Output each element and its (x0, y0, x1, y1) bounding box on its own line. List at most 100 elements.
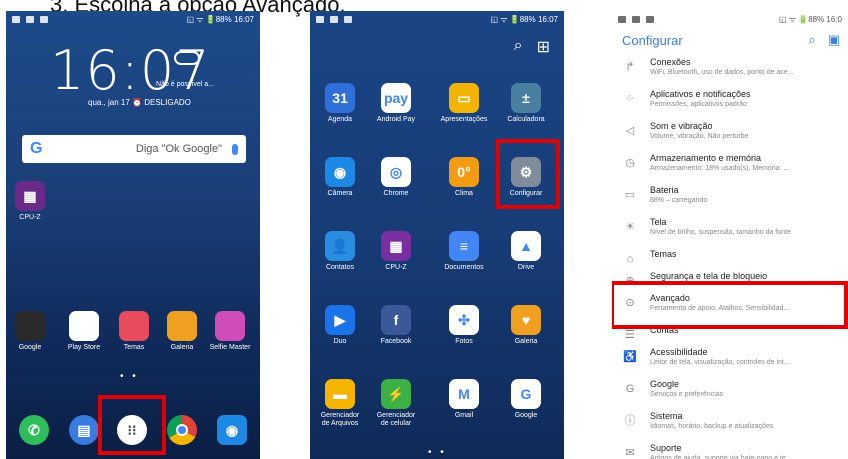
app-apresentações[interactable]: ▭ Apresentações (440, 83, 488, 124)
settings-item-armazenamento-e-memória[interactable]: ◷ Armazenamento e memória Armazenamento: 1… (612, 149, 848, 181)
settings-item-aplicativos-e-notificações[interactable]: ⁘ Aplicativos e notificações Permissões, a… (612, 85, 848, 117)
google-search-bar[interactable]: G Diga "Ok Google" (22, 135, 246, 163)
dock-phone[interactable]: ✆ (10, 415, 58, 445)
sistema-icon: ⓘ (624, 415, 636, 427)
gerenciador-de-celular-icon: ⚡ (381, 379, 411, 409)
app-label: Gerenciador de Arquivos (320, 412, 360, 427)
google-logo-icon: G (30, 140, 43, 157)
app-drive[interactable]: ▲ Drive (502, 231, 550, 272)
app-label: Agenda (327, 116, 353, 123)
app-label: Android Pay (376, 116, 416, 123)
facebook-icon: f (381, 305, 411, 335)
calculadora-icon: ± (511, 83, 541, 113)
app-câmera[interactable]: ◉ Câmera (316, 157, 364, 198)
app-label: Contatos (325, 264, 355, 271)
app-label: Documentos (444, 264, 484, 271)
app-temas[interactable]: Temas (110, 311, 158, 352)
settings-item-subtitle: 88% – carregando (650, 197, 708, 204)
app-fotos[interactable]: ✣ Fotos (440, 305, 488, 346)
app-label: Apresentações (440, 116, 488, 123)
google-icon: G (625, 383, 635, 395)
app-gmail[interactable]: M Gmail (440, 379, 488, 420)
android-pay-icon: pay (381, 83, 411, 113)
settings-item-name: Som e vibração (650, 121, 713, 131)
app-agenda[interactable]: 31 Agenda (316, 83, 364, 124)
app-cpu-z[interactable]: ▦ CPU-Z (372, 231, 420, 272)
google-icon: G (511, 379, 541, 409)
galeria-icon: ♥ (511, 305, 541, 335)
play-store-icon (69, 311, 99, 341)
grid-menu-icon[interactable]: ⊞ (537, 37, 550, 57)
app-cpu-z[interactable]: ▦ CPU-Z (6, 181, 54, 222)
settings-item-tela[interactable]: ☀ Tela Nível de brilho, suspensão, tamanho… (612, 213, 848, 245)
status-bar: ◱ ᯤ 🔋88% 16:07 (6, 11, 260, 27)
selfie-master-icon (215, 311, 245, 341)
settings-item-subtitle: WiFi, Bluetooth, uso de dados, ponto de … (650, 69, 794, 76)
settings-item-subtitle: Permissões, aplicativos padrão (650, 101, 747, 108)
app-label: Chrome (383, 190, 409, 197)
app-duo[interactable]: ▶ Duo (316, 305, 364, 346)
chrome-icon (167, 415, 197, 445)
app-galeria[interactable]: ♥ Galeria (502, 305, 550, 346)
settings-item-sistema[interactable]: ⓘ Sistema Idiomas, horário, backup e atual… (612, 407, 848, 439)
app-android-pay[interactable]: pay Android Pay (372, 83, 420, 124)
app-documentos[interactable]: ≡ Documentos (440, 231, 488, 272)
status-time: ◱ ᯤ 🔋88% 16:07 (186, 14, 254, 24)
settings-item-name: Aplicativos e notificações (650, 89, 751, 99)
settings-item-temas[interactable]: ⌂ Temas (612, 245, 848, 267)
conexões-icon: ↱ (625, 61, 635, 73)
app-facebook[interactable]: f Facebook (372, 305, 420, 346)
app-google[interactable]: Google (6, 311, 54, 352)
settings-item-subtitle: Nível de brilho, suspensão, tamanho da f… (650, 229, 791, 236)
app-label: Galeria (514, 338, 538, 345)
cloud-icon (174, 51, 200, 65)
settings-item-som-e-vibração[interactable]: ◁ Som e vibração Volume, vibração, Não per… (612, 117, 848, 149)
location-icon (330, 15, 338, 23)
settings-item-name: Armazenamento e memória (650, 153, 762, 163)
settings-item-name: Bateria (650, 185, 679, 195)
app-gerenciador-de-celular[interactable]: ⚡ Gerenciador de celular (372, 379, 420, 428)
settings-item-google[interactable]: G Google Serviços e preferências (612, 375, 848, 407)
settings-item-bateria[interactable]: ▭ Bateria 88% – carregando (612, 181, 848, 213)
highlight-all-apps (98, 395, 166, 455)
app-label: Gerenciador de celular (376, 412, 416, 427)
app-chrome[interactable]: ◎ Chrome (372, 157, 420, 198)
google-folder-icon (15, 311, 45, 341)
flag-icon (40, 15, 48, 23)
settings-item-conexões[interactable]: ↱ Conexões WiFi, Bluetooth, uso de dados, … (612, 53, 848, 85)
settings-item-subtitle: Armazenamento: 18% usado(s), Memória: ..… (650, 165, 790, 172)
contatos-icon: 👤 (325, 231, 355, 261)
app-clima[interactable]: 0° Clima (440, 157, 488, 198)
status-time: ◱ ᯤ 🔋88% 16:07 (490, 14, 558, 24)
more-icon[interactable]: ▣ (828, 32, 840, 48)
dock-camera[interactable]: ◉ (208, 415, 256, 445)
app-label: Play Store (67, 344, 101, 351)
bateria-icon: ▭ (624, 189, 636, 201)
location-icon (632, 15, 640, 23)
app-label: Fotos (455, 338, 473, 345)
app-calculadora[interactable]: ± Calculadora (502, 83, 550, 124)
tela-icon: ☀ (625, 221, 635, 233)
app-play-store[interactable]: Play Store (60, 311, 108, 352)
app-gerenciador-de-arquivos[interactable]: ▬ Gerenciador de Arquivos (316, 379, 364, 428)
settings-item-acessibilidade[interactable]: ♿ Acessibilidade Leitor de tela, visualiza… (612, 343, 848, 375)
app-selfie-master[interactable]: Selfie Master (206, 311, 254, 352)
acessibilidade-icon: ♿ (623, 351, 637, 363)
app-label: Calculadora (507, 116, 545, 123)
mic-icon[interactable] (232, 143, 238, 155)
clock-widget[interactable]: 16:07 (50, 39, 211, 102)
weather-text[interactable]: Não é possível a... (156, 81, 214, 88)
search-icon[interactable]: ⌕ (514, 37, 523, 57)
settings-item-subtitle: Idiomas, horário, backup e atualizações (650, 423, 774, 430)
notification-icon (12, 15, 20, 23)
app-label: Temas (123, 344, 145, 351)
settings-item-suporte[interactable]: ✉ Suporte Artigos de ajuda, suporte via ba… (612, 439, 848, 459)
app-contatos[interactable]: 👤 Contatos (316, 231, 364, 272)
search-icon[interactable]: ⌕ (808, 32, 815, 48)
app-google[interactable]: G Google (502, 379, 550, 420)
settings-item-name: Acessibilidade (650, 347, 708, 357)
app-galeria[interactable]: Galeria (158, 311, 206, 352)
app-label: Câmera (327, 190, 353, 197)
location-icon (26, 15, 34, 23)
settings-item-subtitle: Artigos de ajuda, suporte via bate-papo … (650, 455, 792, 459)
